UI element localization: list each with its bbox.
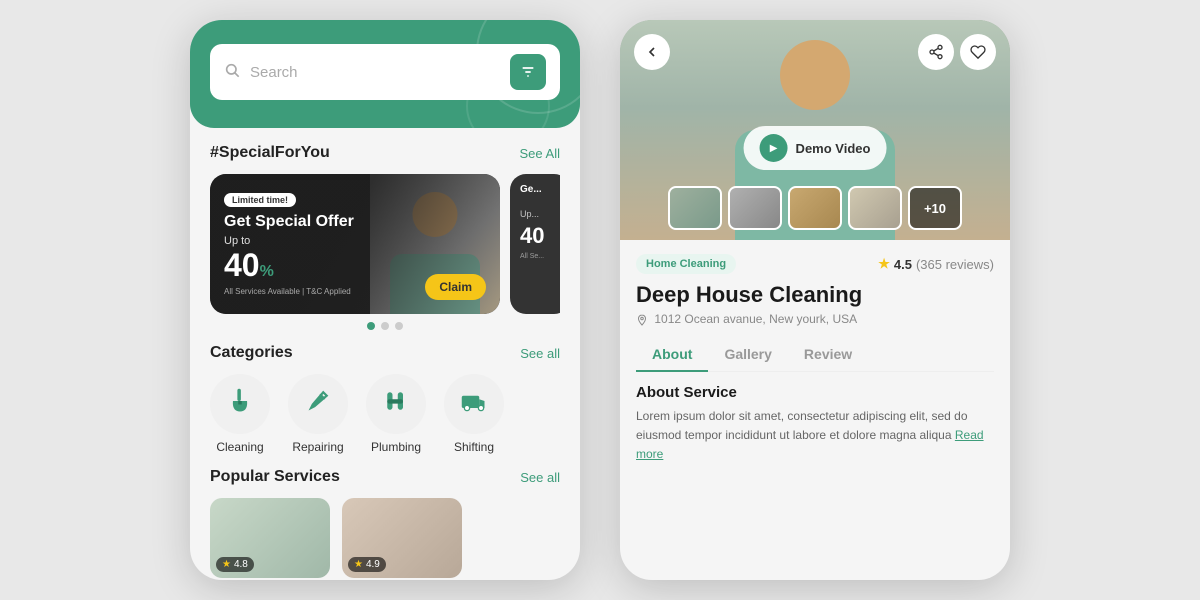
tabs-row: About Gallery Review xyxy=(636,338,994,372)
detail-person-head xyxy=(780,40,850,110)
cleaning-label: Cleaning xyxy=(216,440,263,454)
category-cleaning[interactable]: Cleaning xyxy=(210,374,270,454)
dot-3 xyxy=(395,322,403,330)
rating-row: ★ 4.5 (365 reviews) xyxy=(878,256,994,272)
popular-section: Popular Services See all ★ 4.8 ★ 4.9 xyxy=(210,468,560,578)
promo-card-main[interactable]: Limited time! Get Special Offer Up to 40… xyxy=(210,174,500,314)
thumbnail-3[interactable] xyxy=(788,186,842,230)
categories-title: Categories xyxy=(210,344,293,362)
shifting-icon-wrap xyxy=(444,374,504,434)
popular-row: ★ 4.8 ★ 4.9 xyxy=(210,498,560,578)
about-text: Lorem ipsum dolor sit amet, consectetur … xyxy=(636,407,994,465)
rating-value-1: 4.8 xyxy=(234,559,248,570)
partial-card-subtext: Up... xyxy=(510,205,560,223)
phone-header: Search xyxy=(190,20,580,128)
detail-body: Home Cleaning ★ 4.5 (365 reviews) Deep H… xyxy=(620,240,1010,580)
promo-title: Get Special Offer xyxy=(224,213,354,231)
dot-2 xyxy=(381,322,389,330)
tab-about-label: About xyxy=(652,346,692,362)
demo-video-label: Demo Video xyxy=(796,141,871,156)
dot-active xyxy=(367,322,375,330)
special-section-title: #SpecialForYou xyxy=(210,144,330,162)
promo-percent: % xyxy=(260,263,274,280)
repairing-label: Repairing xyxy=(292,440,343,454)
category-tag: Home Cleaning xyxy=(636,254,736,274)
plumbing-label: Plumbing xyxy=(371,440,421,454)
thumbnail-1[interactable] xyxy=(668,186,722,230)
promo-content: Limited time! Get Special Offer Up to 40… xyxy=(224,174,354,314)
about-title: About Service xyxy=(636,384,994,401)
phone-body: #SpecialForYou See All Limited time! Get… xyxy=(190,128,580,580)
thumbnails-row: +10 xyxy=(668,186,962,230)
promo-card-partial: Ge... Up... 40 All Se... xyxy=(510,174,560,314)
promo-small-text: All Services Available | T&C Applied xyxy=(224,287,354,296)
category-repairing[interactable]: Repairing xyxy=(288,374,348,454)
claim-button[interactable]: Claim xyxy=(425,274,486,300)
detail-image: ▶ Demo Video +10 xyxy=(620,20,1010,240)
tab-gallery[interactable]: Gallery xyxy=(708,338,787,372)
rating-reviews: (365 reviews) xyxy=(916,257,994,272)
broom-icon xyxy=(226,387,254,422)
pipe-icon xyxy=(382,387,410,422)
partial-card-smalltext: All Se... xyxy=(510,249,560,264)
rating-value-2: 4.9 xyxy=(366,559,380,570)
special-section-header: #SpecialForYou See All xyxy=(210,144,560,162)
category-shifting[interactable]: Shifting xyxy=(444,374,504,454)
promo-up-to: Up to xyxy=(224,235,354,247)
special-see-all[interactable]: See All xyxy=(520,146,560,161)
categories-section: Categories See all Cleaning xyxy=(210,344,560,454)
phone-left: Search #SpecialForYou See All Limited ti… xyxy=(190,20,580,580)
service-card-2[interactable]: ★ 4.9 xyxy=(342,498,462,578)
service-card-1[interactable]: ★ 4.8 xyxy=(210,498,330,578)
repairing-icon-wrap xyxy=(288,374,348,434)
demo-video-button[interactable]: ▶ Demo Video xyxy=(744,126,887,170)
thumbnails-more[interactable]: +10 xyxy=(908,186,962,230)
promo-discount: 40% xyxy=(224,249,354,281)
popular-header: Popular Services See all xyxy=(210,468,560,486)
partial-card-discount: 40 xyxy=(510,223,560,249)
about-body-text: Lorem ipsum dolor sit amet, consectetur … xyxy=(636,409,968,442)
categories-row: Cleaning Repairing xyxy=(210,374,560,454)
wrench-icon xyxy=(304,387,332,422)
cleaning-icon-wrap xyxy=(210,374,270,434)
star-icon-1: ★ xyxy=(222,559,231,570)
rating-star: ★ xyxy=(878,256,890,272)
detail-meta: Home Cleaning ★ 4.5 (365 reviews) xyxy=(636,254,994,274)
detail-title: Deep House Cleaning xyxy=(636,282,994,308)
category-plumbing[interactable]: Plumbing xyxy=(366,374,426,454)
thumbnail-4[interactable] xyxy=(848,186,902,230)
tab-about[interactable]: About xyxy=(636,338,708,372)
tab-gallery-label: Gallery xyxy=(724,346,771,362)
popular-title: Popular Services xyxy=(210,468,340,486)
detail-address: 1012 Ocean avanue, New yourk, USA xyxy=(636,312,994,326)
search-bar[interactable]: Search xyxy=(210,44,560,100)
phone-right: ▶ Demo Video +10 Home Cleaning ★ 4.5 (36… xyxy=(620,20,1010,580)
favorite-button[interactable] xyxy=(960,34,996,70)
plumbing-icon-wrap xyxy=(366,374,426,434)
filter-button[interactable] xyxy=(510,54,546,90)
address-text: 1012 Ocean avanue, New yourk, USA xyxy=(654,312,857,326)
truck-icon xyxy=(460,387,488,422)
thumbnail-2[interactable] xyxy=(728,186,782,230)
search-icon xyxy=(224,62,240,83)
tab-review-label: Review xyxy=(804,346,852,362)
shifting-label: Shifting xyxy=(454,440,494,454)
promo-scroll: Limited time! Get Special Offer Up to 40… xyxy=(210,174,560,314)
search-placeholder-text: Search xyxy=(250,64,500,81)
partial-card-text: Ge... xyxy=(510,174,560,205)
service-rating-2: ★ 4.9 xyxy=(348,557,386,572)
star-icon-2: ★ xyxy=(354,559,363,570)
service-rating-1: ★ 4.8 xyxy=(216,557,254,572)
share-button[interactable] xyxy=(918,34,954,70)
tab-review[interactable]: Review xyxy=(788,338,868,372)
back-button[interactable] xyxy=(634,34,670,70)
categories-see-all[interactable]: See all xyxy=(520,346,560,361)
rating-value: 4.5 xyxy=(894,257,912,272)
pagination-dots xyxy=(210,322,560,330)
play-icon: ▶ xyxy=(760,134,788,162)
limited-badge: Limited time! xyxy=(224,193,296,207)
popular-see-all[interactable]: See all xyxy=(520,470,560,485)
categories-header: Categories See all xyxy=(210,344,560,362)
discount-number: 40 xyxy=(224,247,260,283)
